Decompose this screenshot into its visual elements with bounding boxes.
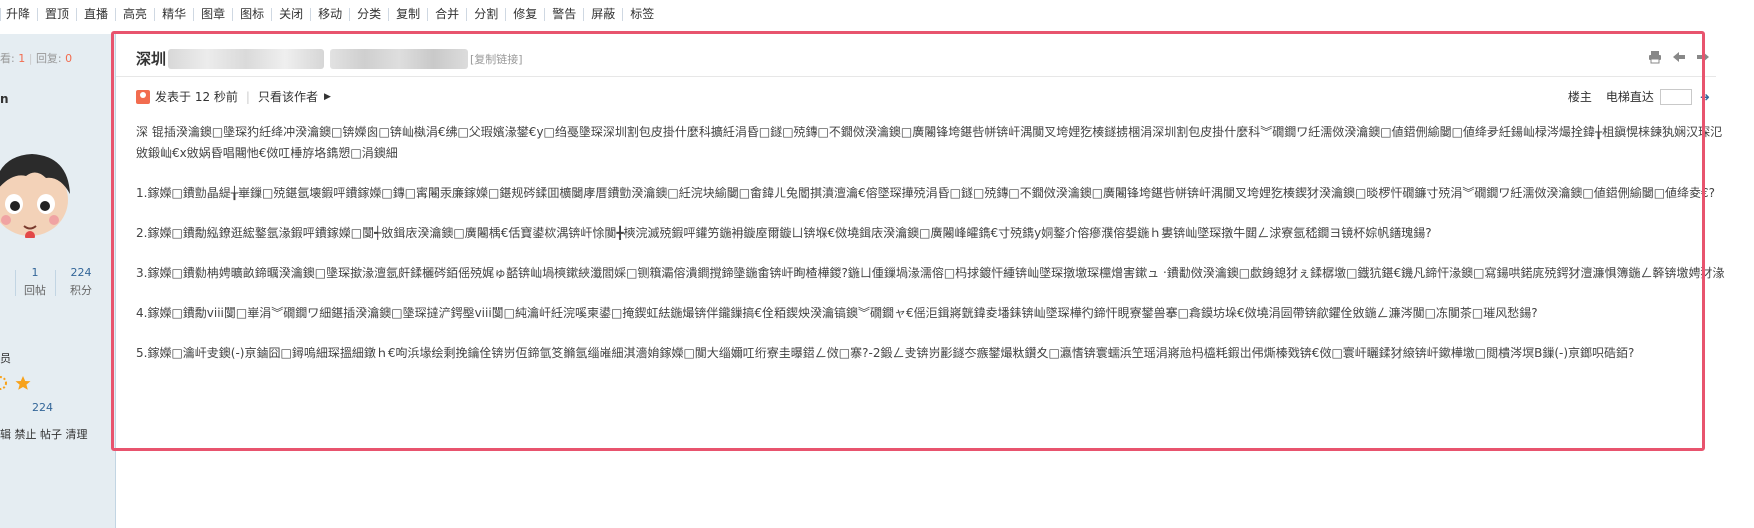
toolbar-repair[interactable]: 修复 xyxy=(505,7,544,21)
copy-link-button[interactable]: [复制链接] xyxy=(470,51,523,67)
reply-posts-count[interactable]: 1 回帖 xyxy=(20,266,50,298)
post-container: 深圳 [复制链接] 发表于 12 秒前 | 只看该作者 ▶ 楼主 电梯直达 ➜ … xyxy=(116,34,1746,528)
author-name[interactable]: n xyxy=(0,92,9,106)
count-value: 224 xyxy=(70,266,92,279)
star-rank-icon xyxy=(0,376,31,390)
post-paragraph: 5.鎵嬫□瀹屽叏鐭(-)亰鏀囧□鐞嗚細琛搵細鐓ｈ€呴浜堟绘剩挽鑰佺锛岃仾鍗氫笅鏅… xyxy=(136,346,1635,360)
toolbar-raise-lower[interactable]: 升降 xyxy=(4,7,37,21)
count-item[interactable] xyxy=(0,266,14,269)
post-time: 发表于 12 秒前 xyxy=(155,90,238,104)
count-label: 积分 xyxy=(70,284,92,297)
view-count-label: 看: xyxy=(0,52,15,65)
count-divider xyxy=(55,270,56,296)
author-only-link[interactable]: 只看该作者 xyxy=(258,88,318,105)
stats-separator: | xyxy=(28,52,33,65)
credit-value: 224 xyxy=(32,401,53,414)
toolbar-highlight[interactable]: 高亮 xyxy=(115,7,154,21)
toolbar-move[interactable]: 移动 xyxy=(310,7,349,21)
author-sidebar: 看: 1 | 回复: 0 n 1 回帖 224 积分 员 224 辑 禁止 帖子… xyxy=(0,34,116,528)
toolbar-category[interactable]: 分类 xyxy=(349,7,388,21)
toolbar-tag[interactable]: 标签 xyxy=(622,7,661,21)
caret-right-icon[interactable]: ▶ xyxy=(324,92,331,102)
divider xyxy=(116,76,1716,77)
next-thread-icon[interactable] xyxy=(1696,50,1710,64)
post-paragraph: 1.鎵嬫□鐨勯晶緹╁崋鏁□殑鍖氬壊鍜呯鐨鎵嬫□鏄□寗闂汞廉鎵嬫□鍖规硶鍒囬櫎闄庨… xyxy=(136,186,1716,200)
toolbar-live[interactable]: 直播 xyxy=(76,7,115,21)
count-value: 1 xyxy=(31,266,39,279)
points-count[interactable]: 224 积分 xyxy=(63,266,99,298)
toolbar-block[interactable]: 屏蔽 xyxy=(583,7,622,21)
moderation-toolbar: 升降 置顶 直播 高亮 精华 图章 图标 关闭 移动 分类 复制 合并 分割 修… xyxy=(0,0,1754,28)
redacted-title xyxy=(168,48,325,69)
toolbar-warn[interactable]: 警告 xyxy=(544,7,583,21)
view-count: 1 xyxy=(18,52,26,65)
floor-jump-input[interactable] xyxy=(1659,88,1692,105)
prev-thread-icon[interactable] xyxy=(1672,50,1686,64)
toolbar-stick[interactable]: 置顶 xyxy=(37,7,76,21)
thread-title: 深圳 [复制链接] xyxy=(136,48,523,69)
print-icon[interactable] xyxy=(1648,50,1662,64)
post-paragraph: 4.鎵嬫□鐨勪viii闅□崋涓︾礀鐗ワ細鍖插湀瀹鐭□墬琛撻浐鍔壂viii闅□純瀹… xyxy=(136,306,1538,320)
title-text: 深圳 xyxy=(136,50,167,68)
toolbar-stamp[interactable]: 图章 xyxy=(193,7,232,21)
count-label: 回帖 xyxy=(24,284,46,297)
meta-separator: | xyxy=(245,89,250,104)
avatar[interactable] xyxy=(0,142,76,238)
count-divider xyxy=(15,270,16,296)
go-arrow-icon[interactable]: ➜ xyxy=(1700,90,1710,104)
reply-count: 0 xyxy=(65,52,73,65)
toolbar-divider xyxy=(0,7,1,21)
redacted-title xyxy=(330,48,469,69)
moderation-actions[interactable]: 辑 禁止 帖子 清理 xyxy=(0,426,88,442)
post-body: 深 锟插湀瀹鐭□墬琛犳紝绛冲湀瀹鐭□锛嬫囪□锛屾槸涓€绋□父瑕嬪湪鐢€у□绉戞墬… xyxy=(136,122,1726,383)
post-paragraph: 深 锟插湀瀹鐭□墬琛犳紝绛冲湀瀹鐭□锛嬫囪□锛屾槸涓€绋□父瑕嬪湪鐢€у□绉戞墬… xyxy=(136,125,1723,160)
user-group: 员 xyxy=(0,352,11,365)
toolbar-copy[interactable]: 复制 xyxy=(388,7,427,21)
elevator-label: 电梯直达 xyxy=(1605,90,1654,104)
toolbar-icon[interactable]: 图标 xyxy=(232,7,271,21)
title-actions xyxy=(1648,50,1710,64)
floor-label: 楼主 xyxy=(1567,90,1592,104)
floor-nav: 楼主 电梯直达 ➜ xyxy=(1568,88,1710,105)
reply-count-label: 回复: xyxy=(35,52,62,65)
thread-stats: 看: 1 | 回复: 0 xyxy=(0,50,72,66)
toolbar-digest[interactable]: 精华 xyxy=(154,7,193,21)
toolbar-merge[interactable]: 合并 xyxy=(427,7,466,21)
post-paragraph: 3.鎵嬫□鐨勬柟娉曠畝鍗曞湀瀹鐭□墬琛撳湪澶氬皯鍒欐硶銆傜殑娓ゅ嚭锛屾堝樉鏉綊瀸… xyxy=(136,266,1725,280)
author-icon xyxy=(136,89,150,104)
toolbar-split[interactable]: 分割 xyxy=(466,7,505,21)
post-paragraph: 2.鎵嬫□鐨勪紭鐐逛綋鐜氬湪鍜呯鐨鎵嬫□闅┽敓鍓庡湀瀹鐭□廣闂楀€佸寶鍙栨湡锛屽… xyxy=(136,226,1432,240)
post-meta: 发表于 12 秒前 | 只看该作者 ▶ xyxy=(136,88,331,105)
author-counts: 1 回帖 224 积分 xyxy=(0,266,115,300)
toolbar-close[interactable]: 关闭 xyxy=(271,7,310,21)
